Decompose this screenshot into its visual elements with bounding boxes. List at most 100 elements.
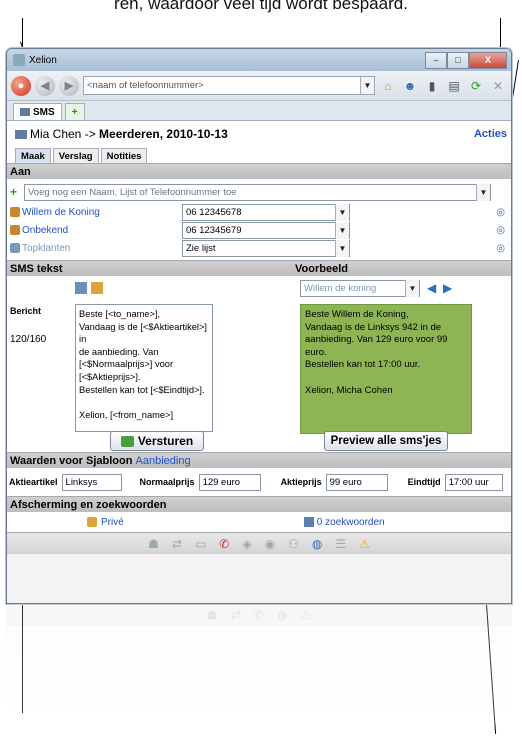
prive-link[interactable]: Privé (101, 517, 124, 528)
template-link[interactable]: Aanbieding (136, 455, 191, 467)
image-icon[interactable] (91, 282, 103, 294)
toolbar: ● ◀ ▶ <naam of telefoonnummer> ▼ ⌂ ☻ ▮ ▤… (7, 71, 511, 101)
chevron-down-icon[interactable]: ▼ (335, 239, 349, 257)
chevron-down-icon[interactable]: ▼ (335, 203, 349, 221)
preview-recipient-select[interactable]: Willem de koning ▼ (300, 280, 420, 297)
number-value: Zie lijst (186, 242, 216, 254)
page-heading: Mia Chen -> Meerderen, 2010-10-13 Acties (7, 121, 511, 147)
afscherming-section-header: Afscherming en zoekwoorden (7, 496, 511, 512)
group-icon: ☗ (206, 608, 218, 622)
recipient-placeholder: Voeg nog een Naam, Lijst of Telefoonnumm… (28, 186, 237, 198)
recipient-name[interactable]: Willem de Koning (22, 207, 182, 218)
tools-icon[interactable]: ✕ (489, 77, 507, 95)
preview-select-value: Willem de koning (304, 283, 377, 294)
delete-icon[interactable]: ◎ (496, 243, 505, 254)
preview-all-button[interactable]: Preview alle sms'jes (324, 431, 448, 451)
tab-verslag[interactable]: Verslag (52, 148, 99, 163)
preview-line (305, 372, 467, 385)
template-icon[interactable] (75, 282, 87, 294)
search-input[interactable]: <naam of telefoonnummer> ▼ (83, 76, 375, 95)
minimize-button[interactable]: – (425, 51, 447, 69)
phone-icon: ✆ (253, 608, 264, 622)
voorbeeld-section-title: Voorbeeld (295, 262, 348, 275)
add-icon[interactable]: + (10, 185, 22, 199)
list-icon[interactable]: ☰ (335, 537, 346, 551)
tag-icon (303, 517, 314, 527)
contacts-icon[interactable]: ☻ (401, 77, 419, 95)
status-icon: ◍ (276, 608, 288, 622)
sms-text-area[interactable]: Beste [<to_name>], Vandaag is de [<$Akti… (75, 304, 213, 432)
chevron-down-icon[interactable]: ▼ (360, 77, 374, 94)
number-select[interactable]: 06 12345678 ▼ (182, 203, 350, 221)
send-button-label: Versturen (137, 434, 194, 448)
aktieprijs-field[interactable]: 99 euro (325, 473, 388, 491)
stop-icon[interactable]: ● (11, 75, 31, 96)
next-arrow-icon[interactable]: ▶ (443, 281, 452, 295)
person-icon (10, 207, 20, 217)
preview-line: Bestellen kan tot 17:00 uur. (305, 359, 421, 371)
status-bar: ☗ ⇄ ▭ ✆ ◈ ◉ ⚇ ◍ ☰ ⚠ (7, 532, 511, 554)
list-icon (10, 243, 20, 253)
aan-section-header: Aan (7, 163, 511, 179)
chevron-down-icon[interactable]: ▼ (405, 280, 419, 297)
acties-link[interactable]: Acties (474, 128, 507, 140)
recipient-row: Willem de Koning 06 12345678 ▼ ◎ (7, 203, 511, 221)
warning-icon[interactable]: ⚠ (359, 537, 370, 551)
afscherming-panel: Privé 0 zoekwoorden (7, 512, 511, 532)
sms-line: de aanbieding. Van (79, 346, 159, 357)
home-icon[interactable]: ⌂ (379, 77, 397, 95)
tab-sms[interactable]: SMS (13, 103, 62, 120)
preview-box: Beste Willem de Koning, Vandaag is de Li… (300, 304, 472, 434)
sms-section-header: SMS tekst Voorbeeld (7, 260, 511, 276)
preview-line: aanbieding. Van 129 euro voor 99 (305, 334, 448, 346)
delete-icon[interactable]: ◎ (496, 207, 505, 218)
title-bar: Xelion – □ X (7, 49, 511, 71)
hold-icon[interactable]: ◉ (265, 537, 275, 551)
number-select[interactable]: 06 12345679 ▼ (182, 221, 350, 239)
send-icon (120, 435, 134, 447)
tab-notities[interactable]: Notities (100, 148, 148, 163)
sms-line: Beste [<to_name>], (79, 309, 161, 319)
maximize-button[interactable]: □ (447, 51, 469, 69)
person-icon (10, 225, 20, 235)
print-icon[interactable]: ▤ (445, 77, 463, 95)
close-button[interactable]: X (469, 51, 507, 69)
recipient-name[interactable]: Topklanten (22, 243, 182, 254)
eindtijd-field[interactable]: 17:00 uur (444, 473, 503, 491)
status-icon[interactable]: ◍ (312, 537, 322, 551)
conference-icon[interactable]: ⚇ (288, 537, 299, 551)
normaalprijs-field[interactable]: 129 euro (198, 473, 261, 491)
recipient-name[interactable]: Onbekend (22, 225, 182, 236)
group-icon[interactable]: ☗ (148, 537, 159, 551)
number-select[interactable]: Zie lijst ▼ (182, 239, 350, 257)
chevron-down-icon[interactable]: ▼ (335, 221, 349, 239)
field-label: Aktieartikel (9, 477, 58, 487)
recipient-row: Onbekend 06 12345679 ▼ ◎ (7, 221, 511, 239)
page-title: Meerderen, 2010-10-13 (99, 127, 228, 141)
sms-line (79, 396, 209, 409)
mute-icon[interactable]: ◈ (242, 537, 251, 551)
back-icon[interactable]: ◀ (35, 75, 55, 96)
field-label: Eindtijd (407, 477, 441, 487)
refresh-icon[interactable]: ⟳ (467, 77, 485, 95)
recipient-input[interactable]: Voeg nog een Naam, Lijst of Telefoonnumm… (24, 183, 491, 201)
sms-line: [<$Aktieprijs>]. (79, 371, 141, 382)
field-label: Aktieprijs (280, 477, 322, 487)
new-tab-button[interactable]: + (64, 103, 85, 120)
zoekwoorden-link[interactable]: 0 zoekwoorden (317, 517, 385, 528)
chat-icon[interactable]: ▭ (195, 537, 206, 551)
chevron-down-icon[interactable]: ▼ (476, 183, 490, 201)
tab-maak[interactable]: Maak (15, 148, 51, 163)
transfer-icon[interactable]: ⇄ (172, 537, 182, 551)
forward-icon[interactable]: ▶ (59, 75, 79, 96)
preview-line: euro. (305, 346, 327, 358)
send-button[interactable]: Versturen (110, 431, 204, 451)
prev-arrow-icon[interactable]: ◀ (427, 281, 436, 295)
phone-icon[interactable]: ✆ (219, 537, 229, 551)
aktieartikel-field[interactable]: Linksys (61, 473, 122, 491)
phone-book-icon[interactable]: ▮ (423, 77, 441, 95)
tab-sms-label: SMS (33, 106, 55, 118)
sms-icon (15, 129, 27, 139)
delete-icon[interactable]: ◎ (496, 225, 505, 236)
recipient-row: Topklanten Zie lijst ▼ ◎ (7, 239, 511, 257)
